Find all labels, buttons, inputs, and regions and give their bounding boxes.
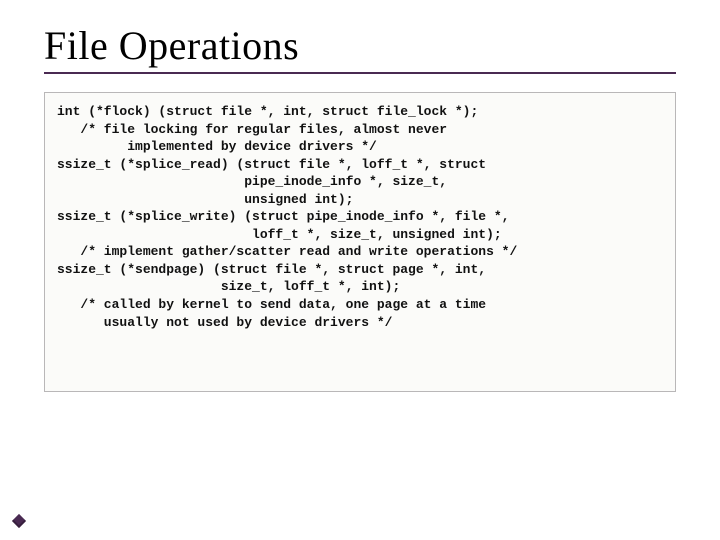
slide: File Operations int (*flock) (struct fil… (0, 0, 720, 540)
title-container: File Operations (44, 24, 676, 74)
decorative-bullet-icon (12, 514, 26, 528)
code-box: int (*flock) (struct file *, int, struct… (44, 92, 676, 392)
code-content: int (*flock) (struct file *, int, struct… (57, 103, 663, 331)
slide-title: File Operations (44, 24, 676, 68)
